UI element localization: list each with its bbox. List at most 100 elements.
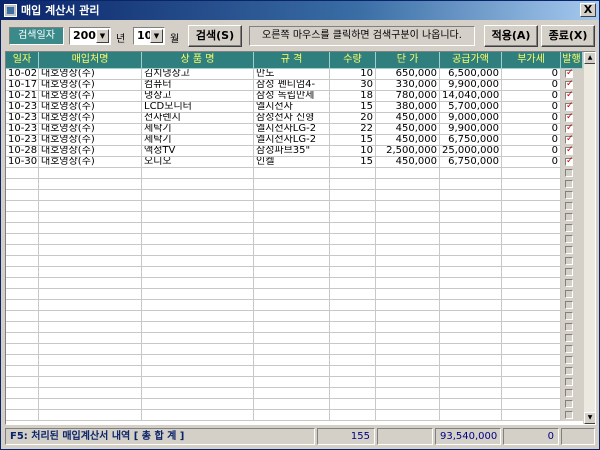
issued-checkbox[interactable] bbox=[565, 334, 573, 342]
table-row[interactable] bbox=[6, 311, 583, 322]
issued-checkbox[interactable] bbox=[565, 367, 573, 375]
issued-checkbox[interactable] bbox=[565, 268, 573, 276]
check-icon[interactable] bbox=[565, 135, 574, 144]
close-button[interactable]: X bbox=[580, 3, 596, 17]
table-row[interactable] bbox=[6, 212, 583, 223]
header-col-date[interactable]: 일자 bbox=[6, 52, 39, 69]
cell-price: 450,000 bbox=[376, 157, 440, 168]
table-row[interactable] bbox=[6, 344, 583, 355]
table-row[interactable] bbox=[6, 399, 583, 410]
cell-spec: 삼성전자 신형 bbox=[254, 113, 330, 124]
table-row[interactable]: 10-23 대호영상(주) 세탁기 엘지전자LG-2 15 450,000 6,750,00… bbox=[6, 135, 583, 146]
header-col-issued[interactable]: 발행 bbox=[561, 52, 583, 69]
table-row[interactable]: 10-23 대호영상(주) 세탁기 엘지전자LG-2 22 450,000 9,900,00… bbox=[6, 124, 583, 135]
table-row[interactable] bbox=[6, 245, 583, 256]
issued-checkbox[interactable] bbox=[565, 224, 573, 232]
table-row[interactable] bbox=[6, 355, 583, 366]
cell-issued bbox=[561, 311, 583, 322]
issued-checkbox[interactable] bbox=[565, 202, 573, 210]
table-row[interactable] bbox=[6, 333, 583, 344]
cell-price: 450,000 bbox=[376, 113, 440, 124]
cell-vat bbox=[502, 223, 561, 234]
issued-checkbox[interactable] bbox=[565, 180, 573, 188]
cell-vat: 0 bbox=[502, 102, 561, 113]
header-col-product[interactable]: 상 품 명 bbox=[142, 52, 254, 69]
table-row[interactable] bbox=[6, 267, 583, 278]
table-row[interactable] bbox=[6, 410, 583, 421]
chevron-down-icon[interactable]: ▼ bbox=[96, 29, 109, 43]
issued-checkbox[interactable] bbox=[565, 213, 573, 221]
issued-checkbox[interactable] bbox=[565, 312, 573, 320]
check-icon[interactable] bbox=[565, 157, 574, 166]
issued-checkbox[interactable] bbox=[565, 301, 573, 309]
cell-vat bbox=[502, 311, 561, 322]
table-row[interactable] bbox=[6, 223, 583, 234]
issued-checkbox[interactable] bbox=[565, 411, 573, 419]
issued-checkbox[interactable] bbox=[565, 169, 573, 177]
table-row[interactable]: 10-28 대호영상(주) 액정TV 삼성파브35" 10 2,500,000 25,000… bbox=[6, 146, 583, 157]
table-row[interactable]: 10-02 대호영상(주) 김치냉장고 만도 10 650,000 6,500,000 0 bbox=[6, 69, 583, 80]
exit-button[interactable]: 종료(X) bbox=[541, 25, 595, 47]
vertical-scrollbar[interactable]: ▲ ▼ bbox=[583, 52, 595, 424]
header-col-supply[interactable]: 공급가액 bbox=[440, 52, 502, 69]
chevron-down-icon[interactable]: ▼ bbox=[150, 29, 163, 43]
check-icon[interactable] bbox=[565, 124, 574, 133]
cell-spec bbox=[254, 311, 330, 322]
table-row[interactable] bbox=[6, 388, 583, 399]
table-row[interactable] bbox=[6, 201, 583, 212]
issued-checkbox[interactable] bbox=[565, 389, 573, 397]
table-row[interactable] bbox=[6, 322, 583, 333]
issued-checkbox[interactable] bbox=[565, 378, 573, 386]
table-row[interactable] bbox=[6, 300, 583, 311]
issued-checkbox[interactable] bbox=[565, 345, 573, 353]
table-row[interactable] bbox=[6, 168, 583, 179]
issued-checkbox[interactable] bbox=[565, 400, 573, 408]
title-bar[interactable]: 매입 계산서 관리 X bbox=[1, 1, 599, 20]
issued-checkbox[interactable] bbox=[565, 191, 573, 199]
table-row[interactable] bbox=[6, 366, 583, 377]
check-icon[interactable] bbox=[565, 102, 574, 111]
check-icon[interactable] bbox=[565, 146, 574, 155]
check-icon[interactable] bbox=[565, 113, 574, 122]
header-col-qty[interactable]: 수량 bbox=[330, 52, 376, 69]
year-unit-label: 년 bbox=[116, 34, 126, 45]
year-select[interactable]: 2004 ▼ bbox=[69, 27, 111, 45]
header-col-vat[interactable]: 부가세 bbox=[502, 52, 561, 69]
issued-checkbox[interactable] bbox=[565, 235, 573, 243]
header-col-spec[interactable]: 규 격 bbox=[254, 52, 330, 69]
table-row[interactable] bbox=[6, 179, 583, 190]
table-row[interactable]: 10-23 대호영상(주) LCD모니터 엘지전자 15 380,000 5,700,000… bbox=[6, 102, 583, 113]
issued-checkbox[interactable] bbox=[565, 246, 573, 254]
table-row[interactable]: 10-23 대호영상(주) 전자렌지 삼성전자 신형 20 450,000 9,000,00… bbox=[6, 113, 583, 124]
table-row[interactable] bbox=[6, 278, 583, 289]
table-row[interactable] bbox=[6, 256, 583, 267]
header-col-vendor[interactable]: 매입처명 bbox=[39, 52, 142, 69]
check-icon[interactable] bbox=[565, 91, 574, 100]
table-row[interactable]: 10-21 대호영상(주) 냉장고 삼성 독립만세 18 780,000 14,040,00… bbox=[6, 91, 583, 102]
header-col-price[interactable]: 단 가 bbox=[376, 52, 440, 69]
table-row[interactable]: 10-30 대호영상(주) 오디오 인켈 15 450,000 6,750,000 0 bbox=[6, 157, 583, 168]
search-button[interactable]: 검색(S) bbox=[188, 25, 242, 47]
table-row[interactable] bbox=[6, 190, 583, 201]
grid-body: 일자 매입처명 상 품 명규 격 수량 단 가 공급가액 부가세 발행 10-02 대호영상(주… bbox=[6, 52, 583, 424]
cell-supply: 6,750,000 bbox=[440, 135, 502, 146]
check-icon[interactable] bbox=[565, 80, 574, 89]
cell-date bbox=[6, 333, 39, 344]
check-icon[interactable] bbox=[565, 69, 574, 78]
scroll-up-button[interactable]: ▲ bbox=[584, 52, 595, 64]
cell-qty: 15 bbox=[330, 135, 376, 146]
cell-issued bbox=[561, 377, 583, 388]
issued-checkbox[interactable] bbox=[565, 323, 573, 331]
month-select[interactable]: 10 ▼ bbox=[133, 27, 165, 45]
issued-checkbox[interactable] bbox=[565, 356, 573, 364]
issued-checkbox[interactable] bbox=[565, 257, 573, 265]
table-row[interactable] bbox=[6, 289, 583, 300]
table-row[interactable] bbox=[6, 377, 583, 388]
apply-button[interactable]: 적용(A) bbox=[484, 25, 538, 47]
table-row[interactable] bbox=[6, 234, 583, 245]
issued-checkbox[interactable] bbox=[565, 290, 573, 298]
issued-checkbox[interactable] bbox=[565, 279, 573, 287]
toolbar: 검색일자 2004 ▼ 년 10 ▼ 월 검색(S) 오른쪽 마우스를 클릭하면… bbox=[3, 22, 597, 50]
table-row[interactable]: 10-17 대호영상(주) 컴퓨터 삼성 펜티엄4- 30 330,000 9,900,00… bbox=[6, 80, 583, 91]
scroll-down-button[interactable]: ▼ bbox=[584, 412, 595, 424]
